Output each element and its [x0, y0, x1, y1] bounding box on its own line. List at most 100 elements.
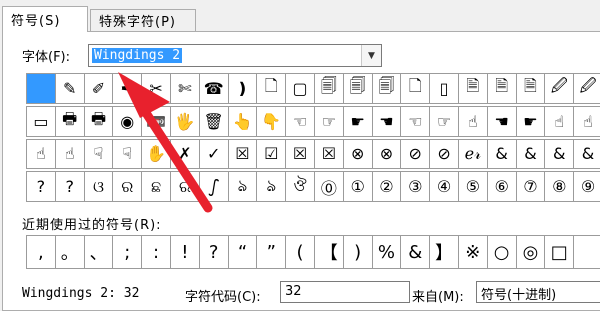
symbol-cell[interactable]: ☝: [457, 105, 488, 137]
symbol-cell[interactable]: ⊘: [429, 138, 459, 170]
recent-symbols-grid[interactable]: ,。、;:!? “”(【)% &】 ※ ○ ◎ □: [26, 235, 600, 269]
symbol-cell[interactable]: ⓪: [313, 171, 344, 202]
symbol-cell[interactable]: ▭: [26, 105, 56, 137]
symbol-cell[interactable]: 🖶: [54, 105, 85, 137]
symbol-cell[interactable]: ④: [429, 171, 459, 202]
recent-symbol-cell[interactable]: &: [400, 235, 431, 269]
font-combobox[interactable]: Wingdings 2 ▼: [88, 44, 382, 67]
tab-special-characters[interactable]: 特殊字符(P): [90, 9, 196, 31]
symbol-cell[interactable]: &: [486, 138, 517, 170]
symbol-cell[interactable]: ⑥: [486, 171, 517, 202]
symbol-cell[interactable]: 📼: [141, 105, 171, 137]
tab-symbols[interactable]: 符号(S): [2, 6, 88, 32]
symbol-cell[interactable]: 🗐: [313, 73, 344, 104]
symbol-cell[interactable]: ⊗: [371, 138, 402, 170]
symbol-cell[interactable]: ⑨: [573, 171, 600, 202]
symbol-cell[interactable]: ☒: [313, 138, 344, 170]
symbol-cell[interactable]: ☟: [112, 138, 143, 170]
symbol-cell[interactable]: ঔ: [285, 171, 315, 202]
symbol-cell[interactable]: ✐: [83, 73, 114, 104]
symbol-cell[interactable]: ✂: [141, 73, 171, 104]
symbol-cell[interactable]: ✎: [54, 73, 85, 104]
symbol-cell[interactable]: ☎: [198, 73, 229, 104]
symbol-cell[interactable]: ✒: [112, 73, 143, 104]
symbol-cell[interactable]: 🖉: [573, 73, 600, 104]
recent-symbol-cell[interactable]: ◎: [515, 235, 546, 269]
symbol-cell[interactable]: ⊘: [400, 138, 431, 170]
recent-symbol-cell[interactable]: 、: [83, 235, 114, 269]
symbol-cell[interactable]: ⑤: [457, 171, 488, 202]
symbol-cell[interactable]: ঌ: [256, 171, 287, 202]
symbol-cell[interactable]: ☞: [429, 105, 459, 137]
symbol-cell[interactable]: ☝: [544, 105, 575, 137]
recent-symbol-cell[interactable]: !: [169, 235, 200, 269]
symbol-cell[interactable]: ☞: [313, 105, 344, 137]
symbol-cell[interactable]: ☑: [256, 138, 287, 170]
recent-symbol-cell[interactable]: 】: [429, 235, 459, 269]
symbol-cell[interactable]: 🗎: [457, 73, 488, 104]
recent-symbol-cell[interactable]: ?: [198, 235, 229, 269]
symbol-cell[interactable]: ✄: [169, 73, 200, 104]
symbol-cell[interactable]: ?: [26, 171, 56, 202]
symbol-cell[interactable]: 🗋: [400, 73, 431, 104]
symbol-cell[interactable]: ⑧: [544, 171, 575, 202]
symbol-cell[interactable]: ☒: [227, 138, 258, 170]
recent-symbol-cell[interactable]: “: [227, 235, 258, 269]
symbol-cell[interactable]: &: [515, 138, 546, 170]
chevron-down-icon[interactable]: ▼: [361, 45, 381, 66]
symbol-cell[interactable]: 🗎: [515, 73, 546, 104]
symbol-cell[interactable]: ☝: [26, 138, 56, 170]
symbol-cell[interactable]: ଓ: [83, 171, 114, 202]
symbol-cell[interactable]: 👇: [256, 105, 287, 137]
recent-symbol-cell[interactable]: %: [371, 235, 402, 269]
symbol-cell[interactable]: ❫: [227, 73, 258, 104]
symbol-cell[interactable]: ☜: [400, 105, 431, 137]
recent-symbol-cell[interactable]: :: [141, 235, 171, 269]
symbol-cell[interactable]: ☚: [371, 105, 402, 137]
symbol-cell[interactable]: 🗋: [256, 73, 287, 104]
symbol-cell[interactable]: 🗎: [486, 73, 517, 104]
symbol-cell[interactable]: ର: [112, 171, 143, 202]
recent-symbol-cell[interactable]: □: [544, 235, 575, 269]
symbol-cell[interactable]: ☝: [573, 105, 600, 137]
symbol-cell[interactable]: ③: [400, 171, 431, 202]
symbol-cell[interactable]: ①: [342, 171, 373, 202]
symbol-cell[interactable]: &: [573, 138, 600, 170]
symbol-cell[interactable]: &: [544, 138, 575, 170]
recent-symbol-cell[interactable]: ;: [112, 235, 143, 269]
symbol-cell[interactable]: ☝: [54, 138, 85, 170]
recent-symbol-cell[interactable]: [573, 235, 600, 269]
symbol-cell[interactable]: ⑦: [515, 171, 546, 202]
symbol-cell[interactable]: 👆: [227, 105, 258, 137]
symbol-cell[interactable]: ◉: [112, 105, 143, 137]
font-combobox-value[interactable]: Wingdings 2: [92, 48, 183, 63]
symbol-cell[interactable]: ☛: [342, 105, 373, 137]
symbol-cell[interactable]: ☟: [83, 138, 114, 170]
recent-symbol-cell[interactable]: ): [342, 235, 373, 269]
symbol-cell[interactable]: ঌ: [227, 171, 258, 202]
symbol-cell[interactable]: ഽ: [198, 171, 229, 202]
recent-symbol-cell[interactable]: 【: [313, 235, 344, 269]
symbol-cell[interactable]: ☚: [486, 105, 517, 137]
symbol-cell[interactable]: ଛ: [141, 171, 171, 202]
symbol-cell[interactable]: ②: [371, 171, 402, 202]
symbol-cell[interactable]: ର: [169, 171, 200, 202]
symbol-cell-selected[interactable]: [26, 73, 56, 104]
symbol-cell[interactable]: ℯ𝓇: [457, 138, 488, 170]
symbol-cell[interactable]: ⊗: [342, 138, 373, 170]
recent-symbol-cell[interactable]: ”: [256, 235, 287, 269]
symbol-cell[interactable]: ☜: [285, 105, 315, 137]
symbol-cell[interactable]: ✗: [169, 138, 200, 170]
symbol-cell[interactable]: 🗑: [198, 105, 229, 137]
recent-symbol-cell[interactable]: ,: [26, 235, 56, 269]
symbol-cell[interactable]: ☛: [515, 105, 546, 137]
symbol-cell[interactable]: 🗐: [342, 73, 373, 104]
symbol-cell[interactable]: ▯: [429, 73, 459, 104]
recent-symbol-cell[interactable]: (: [285, 235, 315, 269]
recent-symbol-cell[interactable]: ※: [457, 235, 488, 269]
symbol-cell[interactable]: ▢: [285, 73, 315, 104]
symbol-cell[interactable]: ✓: [198, 138, 229, 170]
symbol-cell[interactable]: 🖐: [169, 105, 200, 137]
recent-symbol-cell[interactable]: 。: [54, 235, 85, 269]
symbol-cell[interactable]: 🖉: [544, 73, 575, 104]
